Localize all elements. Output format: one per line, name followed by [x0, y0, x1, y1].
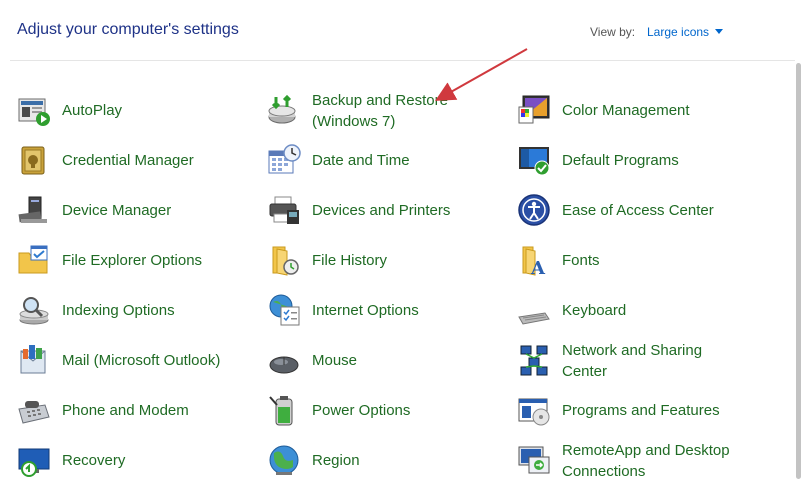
- item-recovery[interactable]: Recovery: [17, 438, 257, 480]
- item-label: Backup and Restore (Windows 7): [312, 92, 448, 130]
- mail-icon: [17, 343, 51, 377]
- item-default-programs[interactable]: Default Programs: [517, 138, 757, 182]
- view-by-dropdown[interactable]: Large icons: [647, 25, 724, 39]
- item-network-sharing[interactable]: Network and Sharing Center: [517, 338, 757, 382]
- item-label: Date and Time: [312, 152, 410, 169]
- item-label: Internet Options: [312, 302, 419, 319]
- item-fonts[interactable]: A Fonts: [517, 238, 757, 282]
- file-history-icon: [267, 243, 301, 277]
- recovery-icon: [17, 443, 51, 477]
- view-by-label: View by:: [590, 25, 636, 39]
- default-programs-icon: [517, 143, 551, 177]
- autoplay-icon: [17, 93, 51, 127]
- scrollbar-thumb[interactable]: [796, 63, 801, 479]
- control-panel-window: Adjust your computer's settings View by:…: [0, 0, 805, 480]
- svg-text:A: A: [530, 258, 546, 277]
- printer-icon: [267, 193, 301, 227]
- item-label: Programs and Features: [562, 402, 720, 419]
- item-label: Color Management: [562, 102, 690, 119]
- item-color-management[interactable]: Color Management: [517, 88, 757, 132]
- calendar-clock-icon: [267, 143, 301, 177]
- item-label: Devices and Printers: [312, 202, 451, 219]
- item-keyboard[interactable]: Keyboard: [517, 288, 757, 332]
- item-indexing-options[interactable]: Indexing Options: [17, 288, 257, 332]
- device-manager-icon: [17, 193, 51, 227]
- item-label: Indexing Options: [62, 302, 175, 319]
- page-title: Adjust your computer's settings: [17, 21, 239, 38]
- mouse-icon: [267, 343, 301, 377]
- item-label: Credential Manager: [62, 152, 194, 169]
- region-globe-icon: [267, 443, 301, 477]
- view-by-value: Large icons: [647, 25, 710, 39]
- item-mail[interactable]: Mail (Microsoft Outlook): [17, 338, 257, 382]
- item-label: Mail (Microsoft Outlook): [62, 352, 221, 369]
- item-mouse[interactable]: Mouse: [267, 338, 507, 382]
- network-icon: [517, 343, 551, 377]
- remoteapp-icon: [517, 443, 551, 477]
- item-label: Ease of Access Center: [562, 202, 714, 219]
- item-label: File History: [312, 252, 388, 269]
- item-label: Power Options: [312, 402, 411, 419]
- ease-of-access-icon: [517, 193, 551, 227]
- item-label: Device Manager: [62, 202, 172, 219]
- folder-options-icon: [17, 243, 51, 277]
- header-divider: [10, 60, 795, 61]
- item-label: Recovery: [62, 452, 126, 469]
- item-region[interactable]: Region: [267, 438, 507, 480]
- color-management-icon: [517, 93, 551, 127]
- credential-manager-icon: [17, 143, 51, 177]
- item-phone-modem[interactable]: Phone and Modem: [17, 388, 257, 432]
- keyboard-icon: [517, 293, 551, 327]
- item-label: Keyboard: [562, 302, 627, 319]
- backup-restore-icon: [267, 93, 301, 127]
- item-label: Network and Sharing Center: [562, 342, 703, 380]
- power-options-icon: [267, 393, 301, 427]
- item-label: RemoteApp and Desktop Connections: [562, 442, 730, 480]
- item-remoteapp[interactable]: RemoteApp and Desktop Connections: [517, 438, 757, 480]
- header: Adjust your computer's settings View by:…: [0, 0, 805, 60]
- item-label: AutoPlay: [62, 102, 123, 119]
- item-label: Mouse: [312, 352, 358, 369]
- indexing-icon: [17, 293, 51, 327]
- item-autoplay[interactable]: AutoPlay: [17, 88, 257, 132]
- item-internet-options[interactable]: Internet Options: [267, 288, 507, 332]
- chevron-down-icon: [715, 29, 724, 35]
- fonts-icon: A: [517, 243, 551, 277]
- item-label: Fonts: [562, 252, 600, 269]
- item-device-manager[interactable]: Device Manager: [17, 188, 257, 232]
- item-file-explorer-options[interactable]: File Explorer Options: [17, 238, 257, 282]
- item-ease-of-access[interactable]: Ease of Access Center: [517, 188, 757, 232]
- internet-options-icon: [267, 293, 301, 327]
- item-power-options[interactable]: Power Options: [267, 388, 507, 432]
- item-label: Default Programs: [562, 152, 679, 169]
- programs-features-icon: [517, 393, 551, 427]
- item-devices-printers[interactable]: Devices and Printers: [267, 188, 507, 232]
- item-programs-features[interactable]: Programs and Features: [517, 388, 757, 432]
- item-label: Phone and Modem: [62, 402, 189, 419]
- item-backup-restore[interactable]: Backup and Restore (Windows 7): [267, 88, 507, 132]
- item-date-time[interactable]: Date and Time: [267, 138, 507, 182]
- item-file-history[interactable]: File History: [267, 238, 507, 282]
- phone-modem-icon: [17, 393, 51, 427]
- item-label: Region: [312, 452, 360, 469]
- item-label: File Explorer Options: [62, 252, 203, 269]
- item-credential-manager[interactable]: Credential Manager: [17, 138, 257, 182]
